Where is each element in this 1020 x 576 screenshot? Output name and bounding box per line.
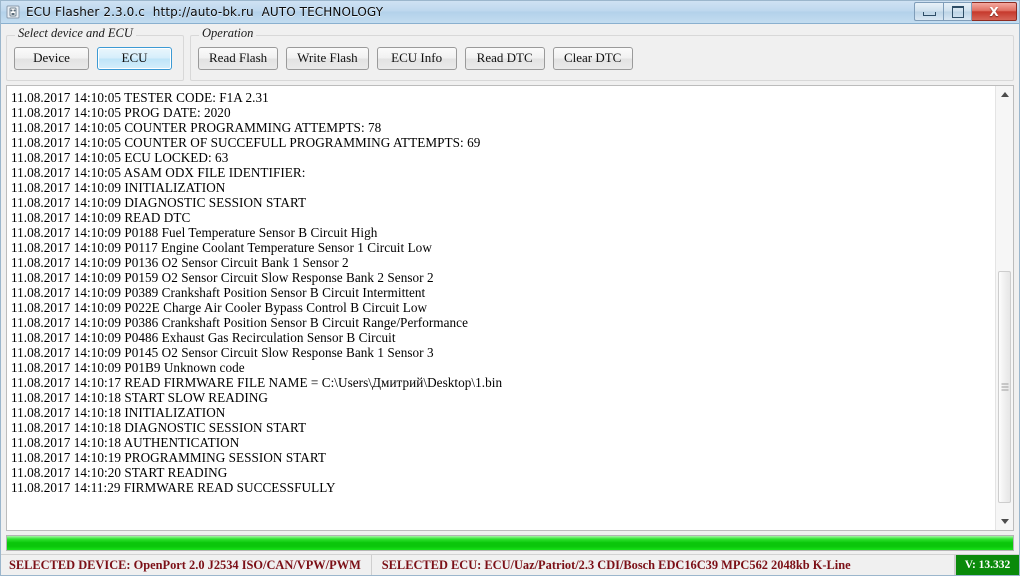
scroll-down-icon [1000, 519, 1009, 524]
log-line: 11.08.2017 14:10:19 PROGRAMMING SESSION … [11, 450, 326, 465]
scrollbar-thumb[interactable] [998, 271, 1011, 503]
log-line: 11.08.2017 14:10:05 COUNTER PROGRAMMING … [11, 120, 382, 135]
log-line: 11.08.2017 14:10:09 P0389 Crankshaft Pos… [11, 285, 426, 300]
log-line: 11.08.2017 14:10:09 P0145 O2 Sensor Circ… [11, 345, 434, 360]
log-line: 11.08.2017 14:10:18 START SLOW READING [11, 390, 268, 405]
status-voltage-badge: V: 13.332 [955, 555, 1019, 575]
ecu-app-icon [5, 4, 21, 20]
progress-bar-fill [7, 536, 1013, 550]
select-device-and-ecu-legend: Select device and ECU [15, 26, 136, 41]
select-device-and-ecu-group: Select device and ECU Device ECU [6, 26, 184, 81]
ecu-info-button[interactable]: ECU Info [376, 46, 457, 70]
ecu-button[interactable]: ECU [97, 46, 172, 70]
toolbar: Select device and ECU Device ECU Operati… [6, 26, 1014, 81]
log-line: 11.08.2017 14:10:09 P0386 Crankshaft Pos… [11, 315, 468, 330]
log-line: 11.08.2017 14:10:09 P0188 Fuel Temperatu… [11, 225, 378, 240]
clear-dtc-button[interactable]: Clear DTC [552, 46, 633, 70]
operation-legend: Operation [199, 26, 257, 41]
log-line: 11.08.2017 14:10:17 READ FIRMWARE FILE N… [11, 375, 503, 390]
log-line: 11.08.2017 14:10:09 P022E Charge Air Coo… [11, 300, 428, 315]
scroll-up-icon [1000, 92, 1009, 97]
operation-group-body: Read Flash Write Flash ECU Info Read DTC… [191, 36, 1013, 80]
close-icon: X [989, 4, 999, 19]
log-line: 11.08.2017 14:10:09 INITIALIZATION [11, 180, 226, 195]
scroll-up-button[interactable] [996, 86, 1013, 103]
log-list[interactable]: 11.08.2017 14:10:05 TESTER CODE: F1A 2.3… [7, 86, 995, 530]
log-scrollbar[interactable] [995, 86, 1013, 530]
log-line: 11.08.2017 14:10:09 P0136 O2 Sensor Circ… [11, 255, 349, 270]
scroll-down-button[interactable] [996, 513, 1013, 530]
log-line: 11.08.2017 14:10:09 DIAGNOSTIC SESSION S… [11, 195, 307, 210]
scrollbar-track[interactable] [996, 103, 1013, 513]
application-window: ECU Flasher 2.3.0.c http://auto-bk.ru AU… [0, 0, 1020, 576]
status-bar: SELECTED DEVICE: OpenPort 2.0 J2534 ISO/… [1, 554, 1019, 575]
read-flash-button[interactable]: Read Flash [198, 46, 279, 70]
log-line: 11.08.2017 14:10:05 PROG DATE: 2020 [11, 105, 231, 120]
close-button[interactable]: X [972, 2, 1017, 21]
window-controls: X [914, 2, 1017, 21]
log-line: 11.08.2017 14:10:05 TESTER CODE: F1A 2.3… [11, 90, 269, 105]
log-line: 11.08.2017 14:10:05 ECU LOCKED: 63 [11, 150, 229, 165]
operation-group: Operation Read Flash Write Flash ECU Inf… [190, 26, 1014, 81]
log-line: 11.08.2017 14:11:29 FIRMWARE READ SUCCES… [11, 480, 336, 495]
log-panel: 11.08.2017 14:10:05 TESTER CODE: F1A 2.3… [6, 85, 1014, 531]
log-line: 11.08.2017 14:10:20 START READING [11, 465, 228, 480]
scrollbar-grip-icon [1001, 383, 1008, 391]
maximize-button[interactable] [943, 2, 972, 21]
progress-bar [6, 535, 1014, 551]
window-title: ECU Flasher 2.3.0.c http://auto-bk.ru AU… [26, 5, 384, 19]
log-line: 11.08.2017 14:10:09 P0117 Engine Coolant… [11, 240, 432, 255]
client-area: Select device and ECU Device ECU Operati… [1, 24, 1019, 575]
log-line: 11.08.2017 14:10:09 P0486 Exhaust Gas Re… [11, 330, 396, 345]
log-line: 11.08.2017 14:10:05 ASAM ODX FILE IDENTI… [11, 165, 306, 180]
read-dtc-button[interactable]: Read DTC [464, 46, 545, 70]
minimize-icon [922, 12, 936, 16]
title-bar[interactable]: ECU Flasher 2.3.0.c http://auto-bk.ru AU… [1, 1, 1019, 24]
maximize-icon [951, 5, 964, 18]
log-line: 11.08.2017 14:10:09 P01B9 Unknown code [11, 360, 245, 375]
log-line: 11.08.2017 14:10:18 INITIALIZATION [11, 405, 226, 420]
status-selected-device: SELECTED DEVICE: OpenPort 2.0 J2534 ISO/… [1, 555, 372, 575]
log-line: 11.08.2017 14:10:18 AUTHENTICATION [11, 435, 240, 450]
log-line: 11.08.2017 14:10:05 COUNTER OF SUCCEFULL… [11, 135, 481, 150]
log-line: 11.08.2017 14:10:09 READ DTC [11, 210, 191, 225]
log-line: 11.08.2017 14:10:09 P0159 O2 Sensor Circ… [11, 270, 434, 285]
write-flash-button[interactable]: Write Flash [286, 46, 369, 70]
status-selected-ecu: SELECTED ECU: ECU/Uaz/Patriot/2.3 CDI/Bo… [372, 555, 955, 575]
device-group-body: Device ECU [7, 36, 183, 80]
minimize-button[interactable] [914, 2, 943, 21]
log-line: 11.08.2017 14:10:18 DIAGNOSTIC SESSION S… [11, 420, 307, 435]
device-button[interactable]: Device [14, 46, 89, 70]
